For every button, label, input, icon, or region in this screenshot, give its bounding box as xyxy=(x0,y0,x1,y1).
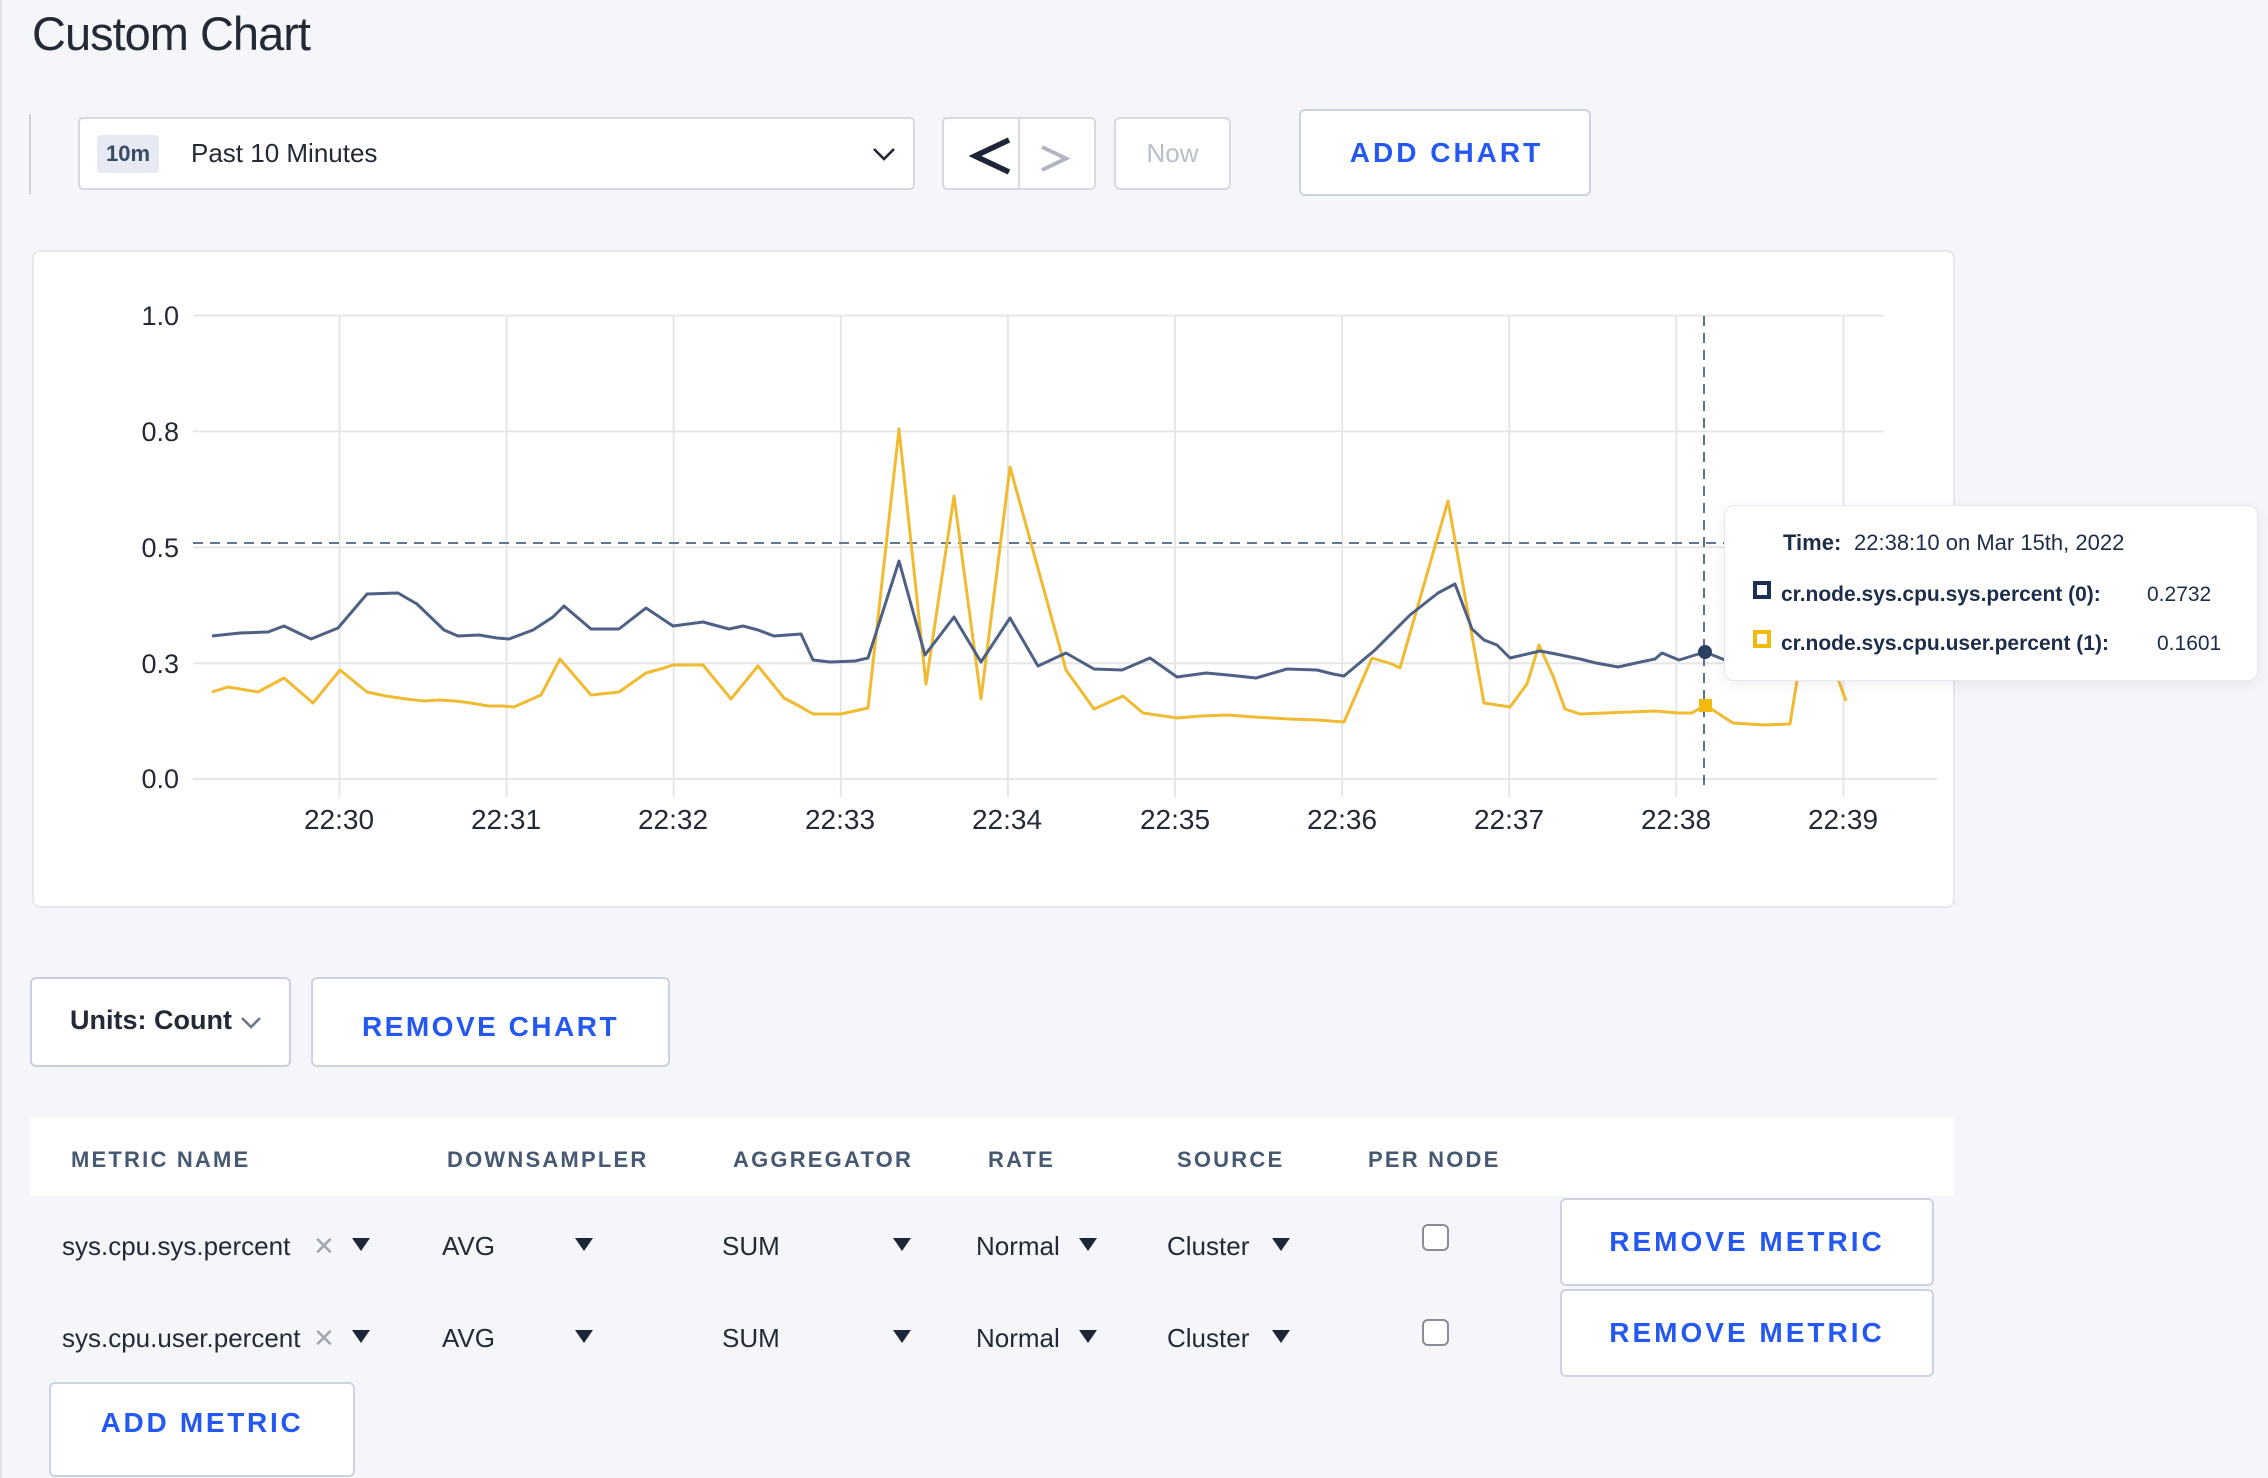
svg-text:22:30: 22:30 xyxy=(304,804,374,835)
svg-text:22:32: 22:32 xyxy=(638,804,708,835)
svg-text:22:31: 22:31 xyxy=(471,804,541,835)
svg-text:22:34: 22:34 xyxy=(972,804,1042,835)
svg-text:22:35: 22:35 xyxy=(1140,804,1210,835)
svg-text:0.8: 0.8 xyxy=(141,417,179,447)
svg-text:22:37: 22:37 xyxy=(1474,804,1544,835)
svg-text:0.0: 0.0 xyxy=(141,764,179,794)
svg-text:22:38: 22:38 xyxy=(1641,804,1711,835)
svg-text:0.5: 0.5 xyxy=(141,533,179,563)
svg-text:1.0: 1.0 xyxy=(141,301,179,331)
svg-text:22:36: 22:36 xyxy=(1307,804,1377,835)
svg-text:22:39: 22:39 xyxy=(1808,804,1878,835)
svg-text:0.3: 0.3 xyxy=(141,649,179,679)
svg-text:22:33: 22:33 xyxy=(805,804,875,835)
